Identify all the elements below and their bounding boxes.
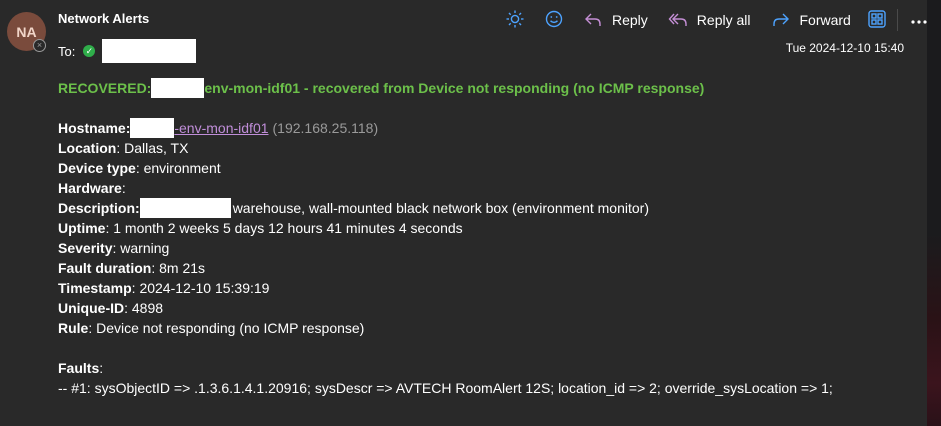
subject-prefix: RECOVERED: (58, 80, 152, 96)
faults-colon: : (99, 360, 104, 376)
device-type-value: : environment (135, 160, 221, 176)
uptime-label: Uptime (58, 220, 106, 236)
timestamp-label: Timestamp (58, 280, 132, 296)
forward-button[interactable]: Forward (771, 11, 851, 29)
redacted-block (151, 78, 205, 98)
reply-icon (585, 13, 601, 26)
unique-id-label: Unique-ID (58, 300, 125, 316)
faults-heading: Faults: (58, 358, 833, 378)
timestamp-value: : 2024-12-10 15:39:19 (131, 280, 270, 296)
immersive-reader-icon[interactable] (867, 9, 887, 32)
faults-label: Faults (58, 360, 100, 376)
forward-label: Forward (799, 12, 851, 28)
message-body: RECOVERED: env-mon-idf01 - recovered fro… (58, 78, 833, 398)
recipients-row: To: ✓ (58, 39, 197, 63)
location-label: Location (58, 140, 117, 156)
sender-name[interactable]: Network Alerts (58, 11, 149, 26)
brightness-icon[interactable] (505, 9, 525, 32)
reply-all-button[interactable]: Reply all (668, 11, 751, 29)
presence-offline-icon: × (33, 39, 46, 52)
email-reading-pane: NA × Network Alerts To: ✓ Reply Reply al… (0, 0, 941, 426)
hostname-ip: (192.168.25.118) (272, 120, 379, 136)
window-edge (927, 0, 941, 426)
reply-all-icon (668, 13, 687, 26)
redacted-block (130, 118, 175, 138)
subject-text: env-mon-idf01 - recovered from Device no… (204, 80, 705, 96)
unique-id-value: : 4898 (124, 300, 164, 316)
more-icon[interactable] (910, 12, 928, 28)
avatar-initials: NA (16, 23, 37, 40)
hostname-label: Hostname (58, 120, 126, 136)
device-type-row: Device type : environment (58, 158, 833, 178)
redacted-block (139, 198, 231, 218)
message-toolbar: Reply Reply all Forward (505, 9, 928, 31)
description-label: Description (58, 200, 136, 216)
verified-check-icon: ✓ (83, 45, 96, 57)
severity-row: Severity : warning (58, 238, 833, 258)
hardware-value: : (121, 180, 126, 196)
uptime-row: Uptime : 1 month 2 weeks 5 days 12 hours… (58, 218, 833, 238)
subject-line: RECOVERED: env-mon-idf01 - recovered fro… (58, 78, 833, 98)
emoji-icon[interactable] (544, 9, 564, 32)
fault-duration-value: : 8m 21s (151, 260, 206, 276)
rule-label: Rule (58, 320, 89, 336)
fault-duration-row: Fault duration : 8m 21s (58, 258, 833, 278)
fault-item: -- #1: sysObjectID => .1.3.6.1.4.1.20916… (58, 378, 833, 398)
description-row: Description: warehouse, wall-mounted bla… (58, 198, 833, 218)
uptime-value: : 1 month 2 weeks 5 days 12 hours 41 min… (105, 220, 463, 236)
hostname-link[interactable]: -env-mon-idf01 (174, 118, 268, 138)
location-row: Location : Dallas, TX (58, 138, 833, 158)
to-label: To: (58, 43, 76, 59)
message-timestamp: Tue 2024-12-10 15:40 (785, 41, 904, 55)
location-value: : Dallas, TX (116, 140, 189, 156)
device-type-label: Device type (58, 160, 136, 176)
hostname-row: Hostname: -env-mon-idf01 (192.168.25.118… (58, 118, 833, 138)
severity-value: : warning (112, 240, 170, 256)
rule-row: Rule : Device not responding (no ICMP re… (58, 318, 833, 338)
reply-label: Reply (612, 12, 648, 28)
hardware-label: Hardware (58, 180, 122, 196)
recipient-redacted[interactable] (102, 39, 197, 63)
reply-all-label: Reply all (696, 12, 751, 28)
toolbar-divider (896, 9, 898, 31)
timestamp-row: Timestamp : 2024-12-10 15:39:19 (58, 278, 833, 298)
rule-value: : Device not responding (no ICMP respons… (88, 320, 365, 336)
forward-icon (772, 13, 789, 26)
severity-label: Severity (58, 240, 113, 256)
hardware-row: Hardware : (58, 178, 833, 198)
fault-duration-label: Fault duration (58, 260, 152, 276)
description-value: warehouse, wall-mounted black network bo… (232, 200, 649, 216)
unique-id-row: Unique-ID : 4898 (58, 298, 833, 318)
reply-button[interactable]: Reply (583, 11, 648, 29)
fault-item-text: -- #1: sysObjectID => .1.3.6.1.4.1.20916… (58, 380, 833, 396)
